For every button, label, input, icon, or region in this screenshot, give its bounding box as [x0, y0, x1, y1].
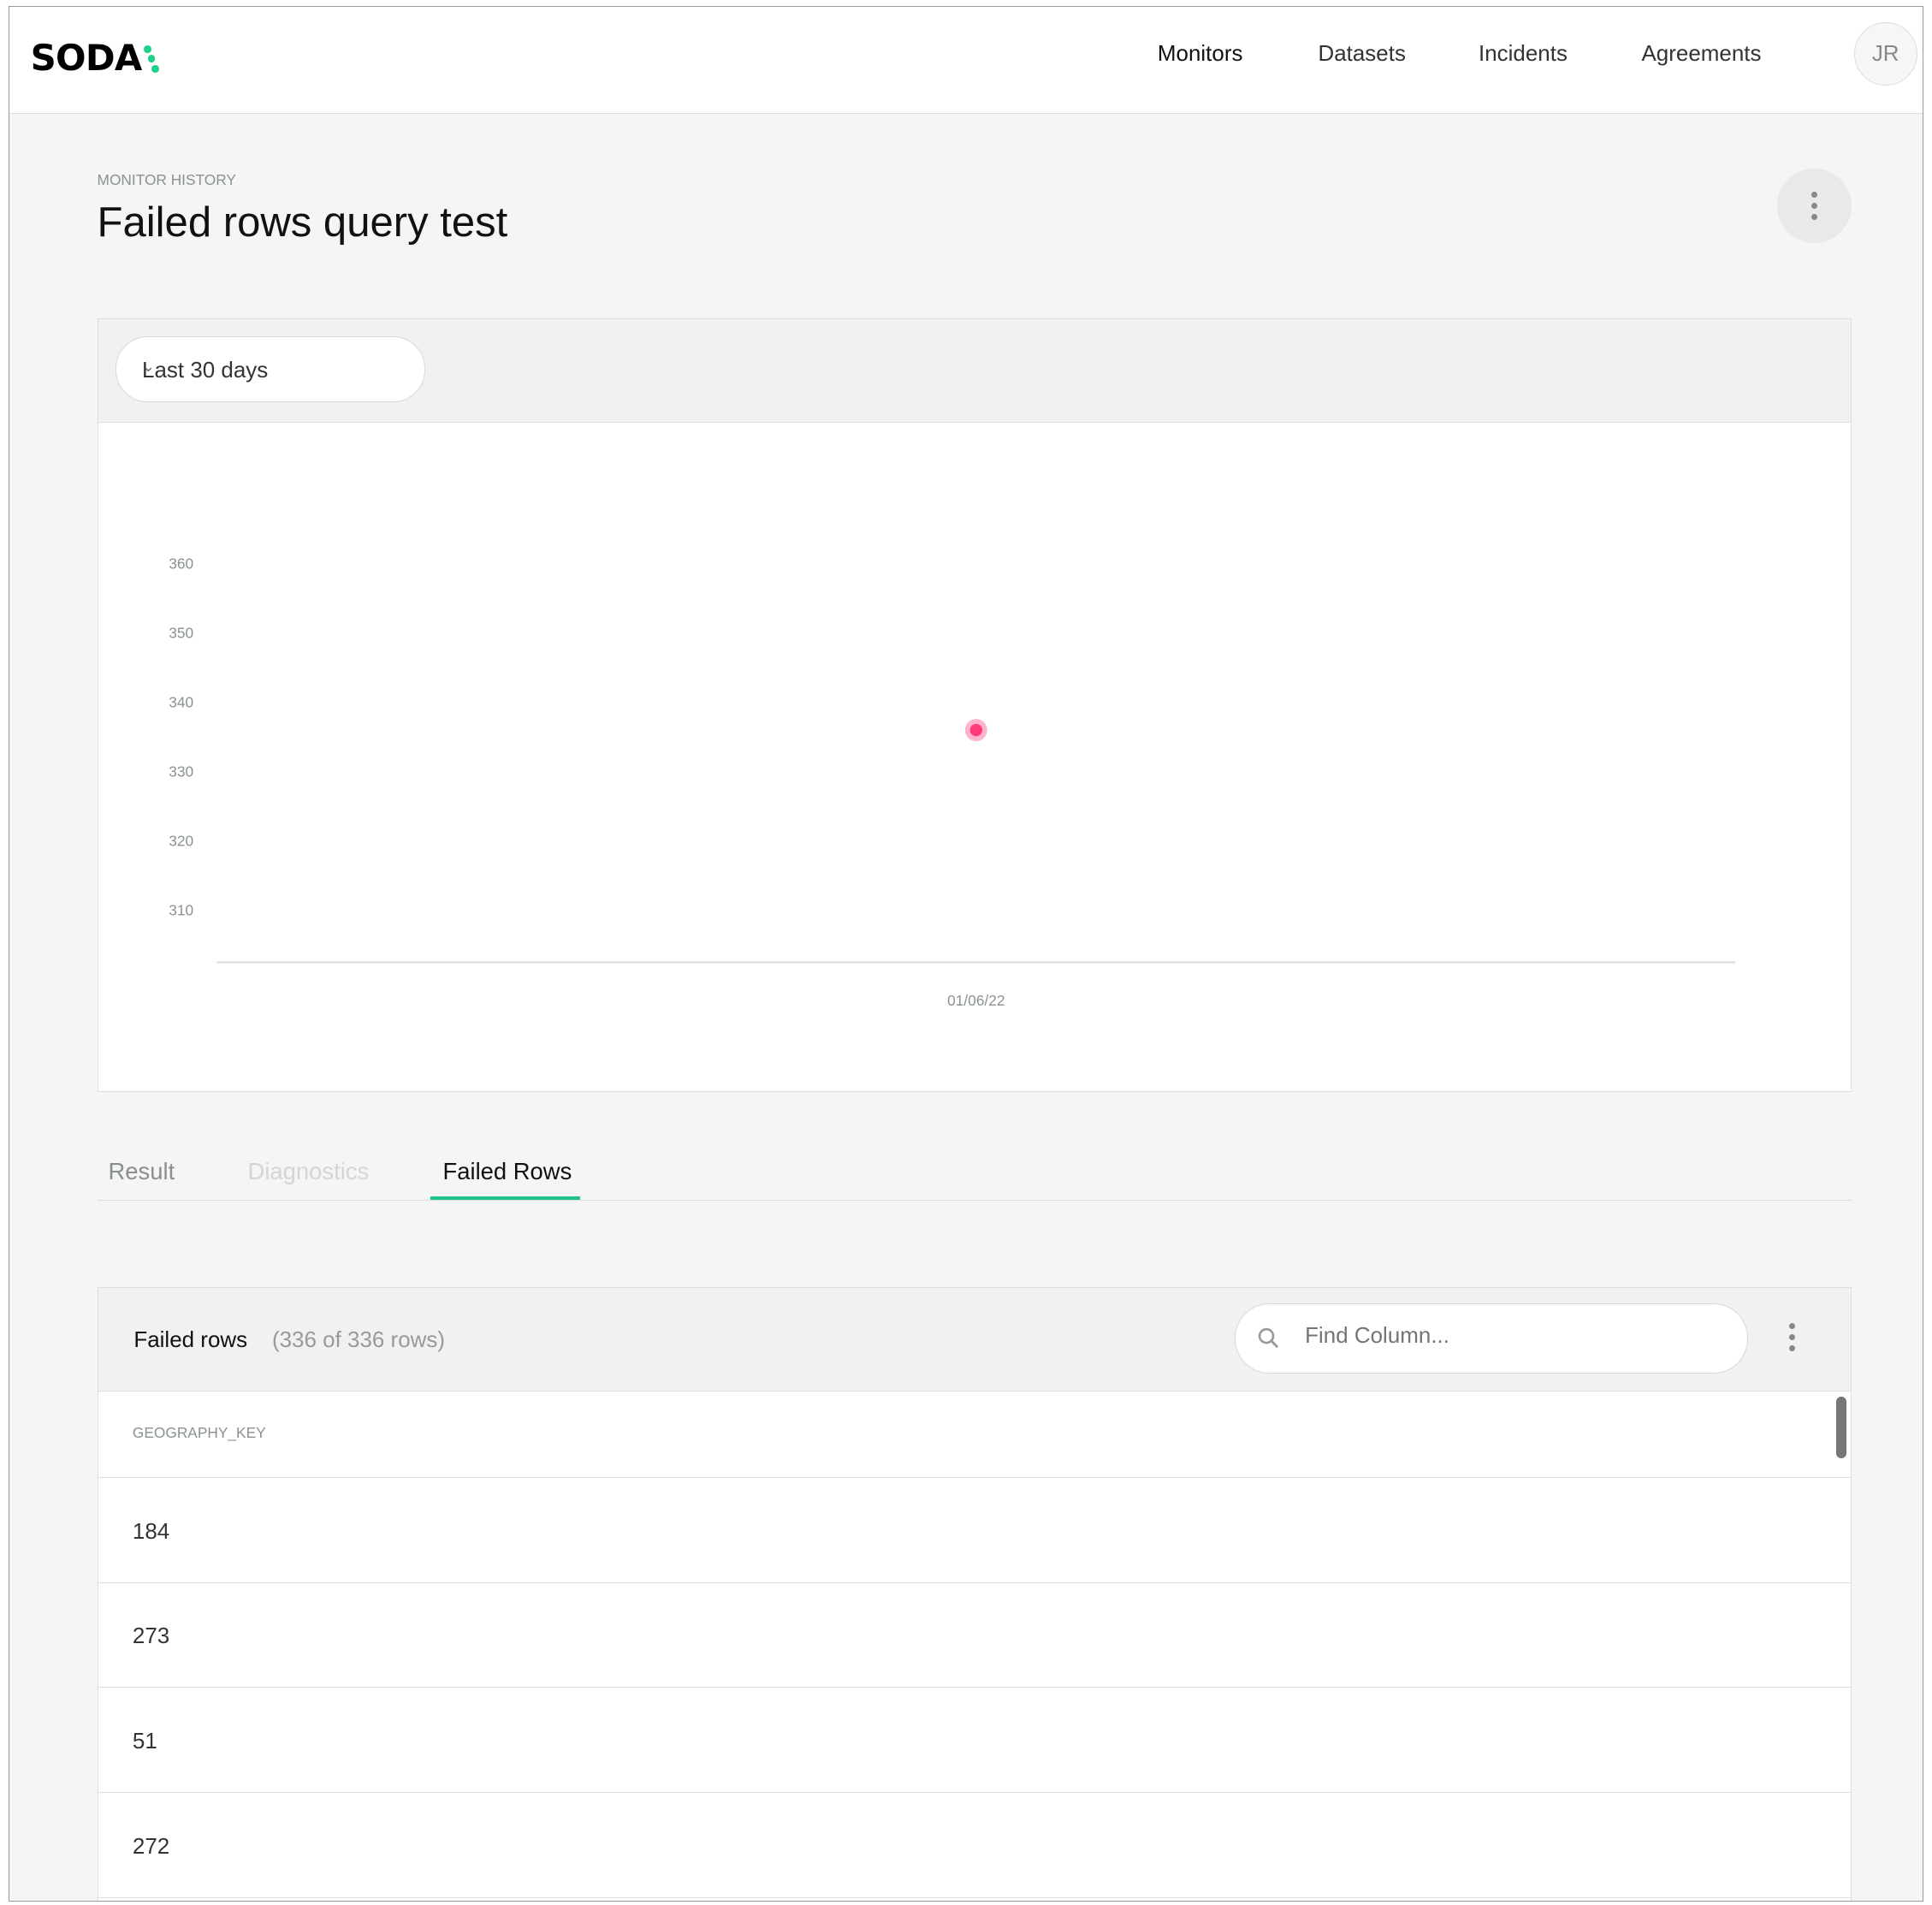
logo-dots-icon — [142, 40, 159, 74]
table-options-kebab-icon[interactable] — [1789, 1322, 1796, 1351]
y-tick-label: 350 — [169, 624, 193, 641]
active-tab-indicator — [430, 1196, 580, 1200]
row-count: (336 of 336 rows) — [271, 1326, 446, 1353]
y-tick-label: 360 — [169, 555, 193, 572]
column-header-geography-key[interactable]: GEOGRAPHY_KEY — [133, 1424, 266, 1442]
chart-toolbar: Last 30 days ⌄ — [98, 318, 1852, 423]
top-nav: SODA Monitors Datasets Incidents Agreeme… — [9, 7, 1923, 115]
table-row: 272 — [98, 1793, 1852, 1898]
tab-bar: Result Diagnostics Failed Rows — [97, 1143, 1853, 1201]
table-row: 51 — [98, 1688, 1852, 1794]
table-header-row: GEOGRAPHY_KEY — [98, 1391, 1852, 1479]
scatter-chart: 310 320 330 340 350 360 01/06/22 — [169, 555, 1735, 1009]
chevron-down-icon: ⌄ — [142, 358, 155, 376]
table-row: 273 — [98, 1583, 1852, 1688]
tab-result[interactable]: Result — [109, 1158, 175, 1185]
nav-monitors[interactable]: Monitors — [1158, 40, 1243, 67]
table-cell: 51 — [132, 1727, 157, 1754]
date-range-select[interactable]: Last 30 days ⌄ — [115, 335, 426, 402]
nav-datasets[interactable]: Datasets — [1318, 40, 1405, 67]
search-icon — [1259, 1327, 1279, 1349]
table-row: 184 — [98, 1479, 1852, 1583]
y-tick-label: 310 — [169, 901, 193, 918]
table-cell: 272 — [132, 1832, 170, 1859]
user-avatar[interactable]: JR — [1853, 21, 1917, 86]
failed-rows-toolbar: Failed rows (336 of 336 rows) — [98, 1288, 1852, 1392]
failed-rows-title: Failed rows — [133, 1326, 248, 1353]
tab-failed-rows[interactable]: Failed Rows — [443, 1158, 572, 1185]
app-window: SODA Monitors Datasets Incidents Agreeme… — [9, 6, 1924, 1902]
more-options-button[interactable] — [1777, 169, 1852, 243]
table-cell: 273 — [132, 1623, 170, 1649]
table-cell: 184 — [132, 1517, 170, 1544]
vertical-scrollbar[interactable] — [1836, 1397, 1846, 1459]
nav-incidents[interactable]: Incidents — [1479, 40, 1568, 67]
chart-card: Last 30 days ⌄ 310 320 330 340 350 360 01/06/2… — [97, 318, 1852, 1092]
find-column-input[interactable] — [1235, 1303, 1748, 1374]
find-column-field[interactable] — [1302, 1320, 1716, 1350]
logo-text: SODA — [30, 36, 143, 79]
breadcrumb: MONITOR HISTORY — [97, 171, 236, 189]
data-point — [969, 723, 982, 736]
y-tick-label: 330 — [169, 763, 193, 780]
nav-agreements[interactable]: Agreements — [1641, 40, 1761, 67]
tab-diagnostics: Diagnostics — [247, 1157, 370, 1184]
kebab-icon — [1811, 191, 1818, 221]
failed-rows-card: Failed rows (336 of 336 rows) GEOGRAPHY_… — [97, 1287, 1852, 1902]
y-tick-label: 320 — [169, 832, 193, 849]
soda-logo[interactable]: SODA — [31, 37, 159, 79]
page-title: Failed rows query test — [97, 199, 508, 246]
x-tick-label: 01/06/22 — [947, 992, 1005, 1009]
y-tick-label: 340 — [169, 693, 193, 710]
